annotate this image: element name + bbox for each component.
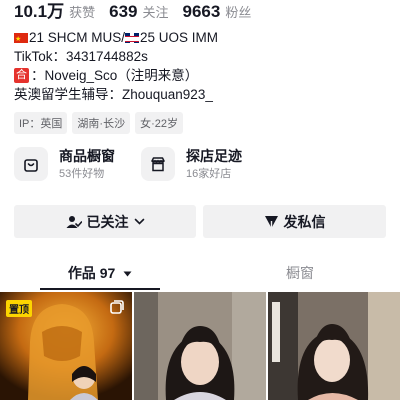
following-label: 关注	[142, 5, 169, 20]
china-flag-icon	[14, 30, 28, 49]
bio-line-contact: 合 ：Noveig_Sco（注明来意）	[14, 66, 386, 85]
followed-label: 已关注	[86, 213, 129, 230]
storefront-icon	[141, 147, 175, 181]
bio-line-tiktok: TikTok：3431744882s	[14, 47, 386, 66]
profile-bio: 21 SHCM MUS/ 25 UOS IMM TikTok：343174488…	[14, 28, 386, 104]
bio-line-tutoring: 英澳留学生辅导：Zhouquan923_	[14, 85, 386, 104]
multi-image-icon	[110, 300, 124, 314]
store-visits-entry[interactable]: 探店足迹 16家好店	[141, 146, 242, 182]
followers-label: 粉丝	[225, 5, 252, 20]
tab-showcase[interactable]: 橱窗	[200, 262, 400, 284]
followers-count: 9663	[182, 2, 221, 21]
bio-line-schools: 21 SHCM MUS/ 25 UOS IMM	[14, 28, 386, 49]
following-count: 639	[109, 2, 138, 21]
send-message-button[interactable]: 发私信	[203, 205, 386, 238]
product-window-entry[interactable]: 商品橱窗 53件好物	[14, 146, 115, 182]
content-tabs: 作品 97 橱窗	[0, 262, 400, 290]
video-thumbnail[interactable]	[134, 292, 266, 400]
closet-portrait-thumbnail-image	[268, 292, 400, 400]
ip-location-tag: IP：英国	[14, 112, 68, 134]
profile-tags: IP：英国 湖南·长沙 女·22岁	[14, 112, 188, 134]
bio-school-uk: 25 UOS IMM	[140, 30, 219, 45]
cooperation-badge-icon: 合	[14, 68, 29, 83]
store-visits-title: 探店足迹	[186, 148, 242, 164]
tab-works-label: 作品 97	[67, 265, 116, 281]
followers-stat[interactable]: 9663 粉丝	[183, 2, 252, 22]
bio-tutoring: 英澳留学生辅导：Zhouquan923_	[14, 87, 213, 102]
video-grid: 置顶	[0, 292, 400, 400]
product-window-count: 53件好物	[59, 168, 105, 180]
indoor-portrait-thumbnail-image	[134, 292, 266, 400]
chevron-down-icon	[134, 218, 144, 225]
tab-showcase-label: 橱窗	[286, 265, 314, 281]
pinned-badge: 置顶	[6, 300, 32, 317]
bio-contact: ：Noveig_Sco（注明来意）	[31, 68, 199, 83]
video-thumbnail[interactable]	[268, 292, 400, 400]
user-check-icon	[66, 215, 82, 228]
shopping-bag-icon	[14, 147, 48, 181]
tab-works[interactable]: 作品 97	[0, 262, 200, 284]
active-tab-indicator	[40, 288, 160, 290]
bio-tiktok: TikTok：3431744882s	[14, 49, 148, 64]
product-window-title: 商品橱窗	[59, 148, 115, 164]
followed-button[interactable]: 已关注	[14, 205, 196, 238]
uk-flag-icon	[125, 32, 140, 43]
profile-stats: 10.1万 获赞 639 关注 9663 粉丝	[14, 0, 265, 22]
shop-row: 商品橱窗 53件好物 探店足迹 16家好店	[14, 146, 386, 188]
gender-age-tag: 女·22岁	[135, 112, 183, 134]
send-icon	[264, 215, 278, 228]
profile-actions: 已关注 发私信	[14, 205, 386, 238]
bio-school-cn: 21 SHCM MUS/	[29, 30, 126, 45]
caret-down-icon	[123, 271, 132, 277]
likes-label: 获赞	[69, 5, 96, 20]
video-thumbnail[interactable]: 置顶	[0, 292, 132, 400]
hometown-tag[interactable]: 湖南·长沙	[72, 112, 131, 134]
likes-stat[interactable]: 10.1万 获赞	[14, 0, 95, 22]
store-visits-count: 16家好店	[186, 168, 232, 180]
send-message-label: 发私信	[283, 213, 326, 230]
likes-count: 10.1万	[14, 2, 65, 21]
following-stat[interactable]: 639 关注	[109, 2, 168, 22]
